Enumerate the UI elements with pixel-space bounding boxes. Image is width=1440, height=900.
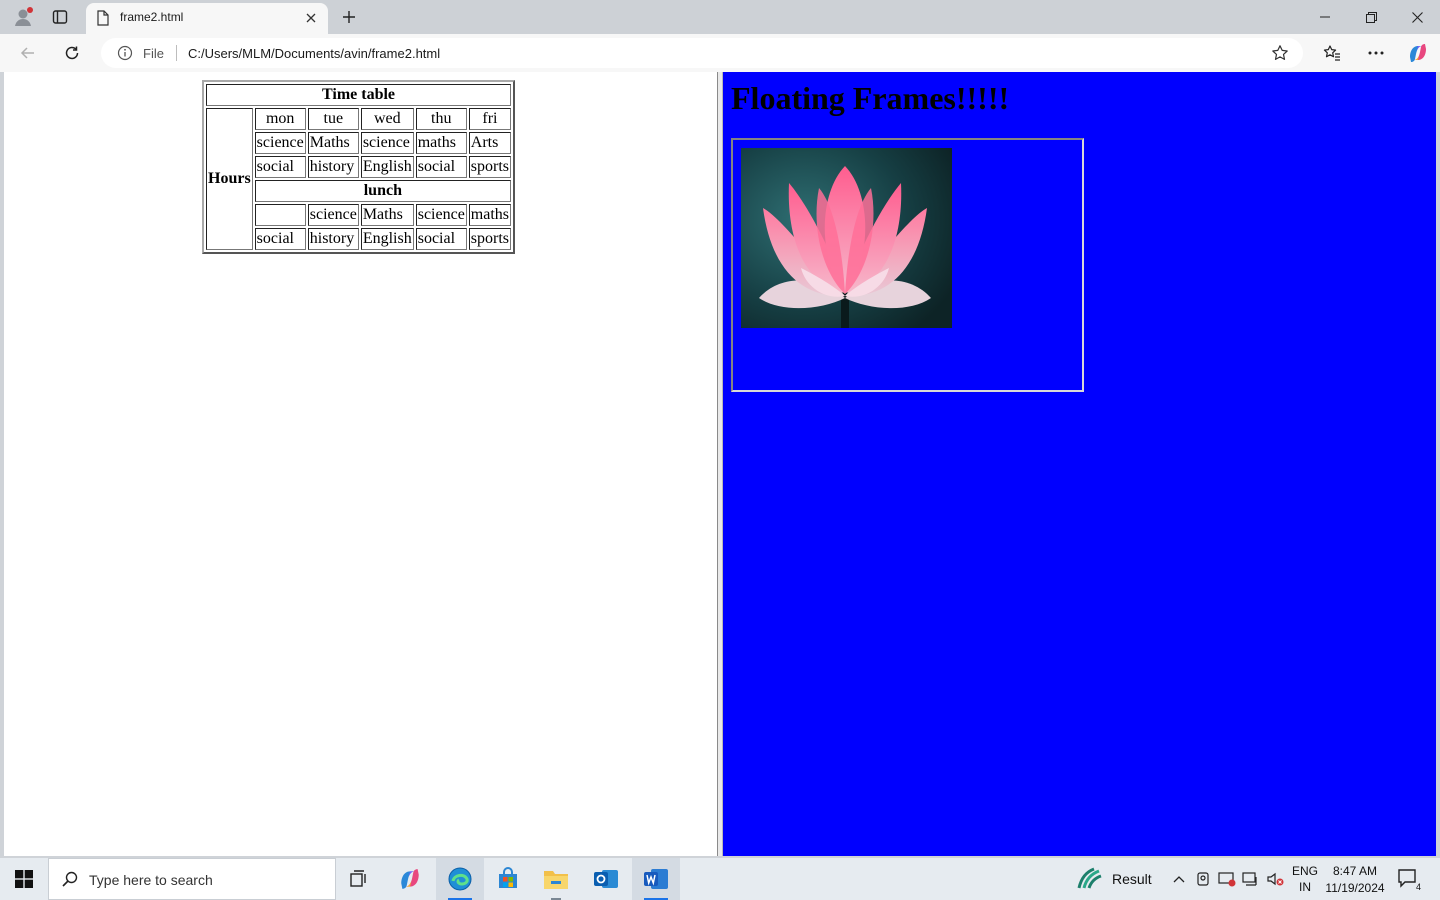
table-cell: Arts [468, 132, 512, 154]
table-cell: Maths [307, 132, 359, 154]
security-alert-icon[interactable] [1217, 869, 1237, 889]
volume-muted-icon[interactable] [1265, 869, 1285, 889]
weather-widget[interactable]: Result [1076, 858, 1152, 900]
outlook-taskbar-icon[interactable] [582, 858, 630, 900]
back-button[interactable] [13, 38, 43, 68]
table-cell: sports [468, 228, 512, 250]
table-cell: Maths [360, 204, 414, 226]
table-cell: social [254, 228, 306, 250]
table-cell: English [360, 156, 414, 178]
table-cell: history [307, 156, 359, 178]
document-icon [96, 10, 110, 31]
page-heading: Floating Frames!!!!! [731, 80, 1010, 116]
favorites-icon[interactable] [1317, 38, 1347, 68]
file-explorer-taskbar-icon[interactable] [532, 858, 580, 900]
table-cell: social [415, 228, 467, 250]
table-cell: science [307, 204, 359, 226]
search-icon [61, 870, 79, 893]
task-view-icon[interactable] [336, 858, 384, 900]
address-scheme: File [143, 46, 164, 61]
table-cell: maths [468, 204, 512, 226]
region-code: IN [1299, 880, 1311, 894]
right-frame: Floating Frames!!!!! [723, 72, 1436, 856]
title-bar: frame2.html [0, 0, 1440, 34]
table-cell: science [360, 132, 414, 154]
word-taskbar-icon[interactable] [632, 858, 680, 900]
edge-taskbar-icon[interactable] [436, 858, 484, 900]
table-cell: science [254, 132, 306, 154]
hours-header: Hours [206, 108, 253, 250]
table-cell [254, 204, 306, 226]
store-taskbar-icon[interactable] [484, 858, 532, 900]
more-options-icon[interactable] [1361, 38, 1391, 68]
close-window-button[interactable] [1394, 0, 1440, 34]
url-text[interactable]: C:/Users/MLM/Documents/avin/frame2.html [188, 46, 440, 61]
floating-iframe[interactable] [731, 138, 1084, 392]
table-cell: English [360, 228, 414, 250]
table-cell: sports [468, 156, 512, 178]
tab-actions-icon[interactable] [46, 0, 74, 34]
table-cell: history [307, 228, 359, 250]
clock[interactable]: 8:47 AM 11/19/2024 [1322, 863, 1388, 897]
table-cell: social [415, 156, 467, 178]
language-code: ENG [1291, 864, 1318, 878]
tab-title: frame2.html [120, 10, 184, 24]
language-indicator[interactable]: ENG IN [1290, 863, 1320, 895]
start-button[interactable] [0, 858, 48, 900]
profile-icon[interactable] [8, 0, 38, 34]
refresh-button[interactable] [57, 38, 87, 68]
cricket-result-icon [1077, 867, 1102, 889]
taskbar-search-box[interactable]: Type here to search [48, 858, 336, 900]
new-tab-button[interactable] [336, 4, 362, 30]
copilot-taskbar-icon[interactable] [386, 858, 434, 900]
timetable: Time table Hours mon tue wed thu fri sci… [202, 80, 516, 254]
lotus-flower-image [741, 148, 952, 328]
address-bar[interactable]: File C:/Users/MLM/Documents/avin/frame2.… [101, 38, 1303, 68]
favorite-star-icon[interactable] [1271, 44, 1289, 67]
table-cell: maths [415, 132, 467, 154]
network-icon[interactable] [1241, 869, 1261, 889]
taskbar: Type here to search Result ENG IN 8:47 A… [0, 858, 1440, 900]
day-header: thu [415, 108, 467, 130]
notification-count: 4 [1415, 882, 1421, 892]
lunch-row: lunch [254, 180, 512, 202]
restore-button[interactable] [1348, 0, 1394, 34]
timetable-caption: Time table [206, 84, 512, 106]
left-frame: Time table Hours mon tue wed thu fri sci… [4, 72, 717, 856]
table-cell: social [254, 156, 306, 178]
notifications-icon[interactable]: 4 [1396, 867, 1422, 893]
page-viewport: Time table Hours mon tue wed thu fri sci… [4, 72, 1436, 856]
close-tab-icon[interactable] [302, 9, 320, 27]
address-separator [176, 45, 177, 61]
table-cell: science [415, 204, 467, 226]
minimize-button[interactable] [1302, 0, 1348, 34]
info-icon[interactable] [117, 45, 133, 66]
clock-time: 8:47 AM [1332, 864, 1378, 878]
weather-label: Result [1112, 871, 1152, 887]
navigation-toolbar: File C:/Users/MLM/Documents/avin/frame2.… [0, 34, 1440, 72]
copilot-icon[interactable] [1403, 38, 1433, 68]
day-header: mon [254, 108, 306, 130]
day-header: fri [468, 108, 512, 130]
clock-date: 11/19/2024 [1325, 881, 1385, 895]
meet-now-icon[interactable] [1193, 869, 1213, 889]
day-header: wed [360, 108, 414, 130]
tab-frame2[interactable]: frame2.html [86, 3, 328, 34]
search-placeholder: Type here to search [89, 872, 213, 888]
show-hidden-icons-chevron-icon[interactable] [1169, 869, 1189, 889]
day-header: tue [307, 108, 359, 130]
